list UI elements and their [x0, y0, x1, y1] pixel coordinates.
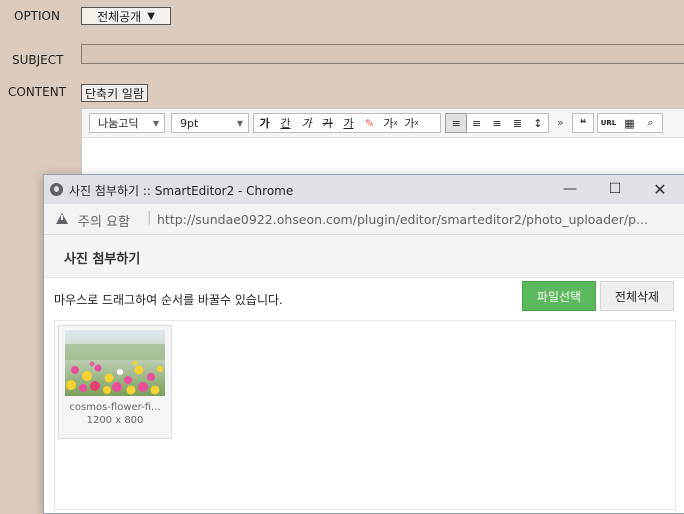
option-select-value: 전체공개: [97, 9, 142, 24]
superscript-button[interactable]: 가x: [380, 114, 401, 132]
quote-group: ❝: [572, 113, 594, 133]
delete-all-button[interactable]: 전체삭제: [600, 281, 674, 311]
subscript-label: 가: [404, 117, 415, 130]
subscript-button[interactable]: 가x: [401, 114, 422, 132]
minimize-icon[interactable]: —: [559, 179, 581, 199]
line-height-icon[interactable]: ↕: [528, 114, 548, 132]
drag-help-text: 마우스로 드래그하여 순서를 바꿀수 있습니다.: [54, 293, 283, 307]
address-separator: |: [147, 210, 152, 225]
font-size-value: 9pt: [180, 116, 199, 130]
security-warning-text: 주의 요함: [78, 215, 130, 230]
thumbnail-dimensions: 1200 x 800: [86, 415, 144, 426]
align-left-icon[interactable]: ≡: [444, 113, 468, 133]
maximize-icon[interactable]: ☐: [604, 179, 626, 199]
subject-input[interactable]: [81, 44, 684, 64]
subject-label: SUBJECT: [12, 53, 64, 67]
table-icon[interactable]: ▦: [619, 114, 640, 132]
content-label: CONTENT: [8, 85, 67, 99]
insert-group: URL ▦ ⌕: [597, 113, 663, 133]
window-titlebar: 사진 첨부하기 :: SmartEditor2 - Chrome — ☐ ✕: [44, 175, 684, 204]
address-url: http://sundae0922.ohseon.com/plugin/edit…: [157, 212, 648, 227]
popup-title: 사진 첨부하기: [64, 252, 141, 267]
address-bar[interactable]: 주의 요함 | http://sundae0922.ohseon.com/plu…: [44, 204, 684, 235]
image-thumbnail[interactable]: cosmos-flower-fi... 1200 x 800: [58, 325, 172, 439]
thumbnail-filename: cosmos-flower-fi...: [69, 402, 161, 413]
quote-icon[interactable]: ❝: [573, 114, 593, 132]
more-icon[interactable]: »: [557, 116, 564, 129]
warning-icon-mark: [61, 215, 63, 220]
align-justify-icon[interactable]: ≣: [507, 114, 527, 132]
thumbnail-image: [65, 330, 165, 396]
globe-icon: [50, 183, 63, 196]
highlight-icon[interactable]: ✎: [359, 114, 380, 132]
chevron-down-icon: ▼: [152, 118, 159, 128]
bold-button[interactable]: 가: [254, 114, 275, 132]
option-label: OPTION: [14, 9, 60, 23]
window-title: 사진 첨부하기 :: SmartEditor2 - Chrome: [69, 184, 294, 198]
file-select-button[interactable]: 파일선택: [522, 281, 596, 311]
font-family-value: 나눔고딕: [98, 117, 139, 130]
option-select[interactable]: 전체공개 ▼: [81, 7, 171, 25]
close-icon[interactable]: ✕: [649, 179, 671, 199]
underline-button[interactable]: 간: [275, 114, 296, 132]
editor-toolbar: 나눔고딕 ▼ 9pt ▼ 가 간 가 가 가 ✎ 가x 가x ≡ ≡ ≡ ≣ ↕…: [82, 109, 684, 138]
font-color-button[interactable]: 가: [338, 114, 359, 132]
popup-header: 사진 첨부하기: [44, 235, 684, 278]
search-icon[interactable]: ⌕: [640, 114, 661, 132]
text-style-group: 가 간 가 가 가 ✎ 가x 가x: [253, 113, 441, 133]
superscript-label: 가: [383, 117, 394, 130]
shortcut-list-button[interactable]: 단축키 일람: [81, 84, 149, 102]
strikethrough-button[interactable]: 가: [317, 114, 338, 132]
font-family-select[interactable]: 나눔고딕 ▼: [89, 113, 165, 133]
font-size-select[interactable]: 9pt ▼: [171, 113, 249, 133]
italic-button[interactable]: 가: [296, 114, 317, 132]
align-right-icon[interactable]: ≡: [487, 114, 507, 132]
align-group: ≡ ≡ ≡ ≣ ↕: [444, 113, 549, 133]
url-icon[interactable]: URL: [598, 114, 619, 132]
align-center-icon[interactable]: ≡: [466, 114, 486, 132]
chevron-down-icon: ▼: [147, 10, 155, 22]
chevron-down-icon: ▼: [236, 118, 243, 128]
